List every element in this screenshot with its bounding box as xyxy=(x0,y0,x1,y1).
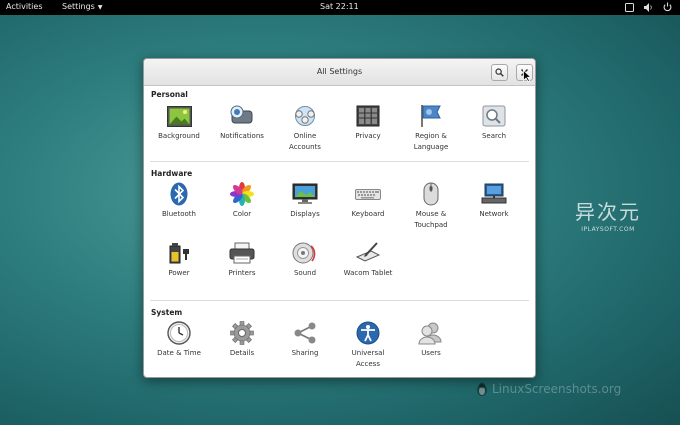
settings-item-label: Online Accounts xyxy=(289,132,321,151)
color-icon xyxy=(229,182,255,206)
sound-icon xyxy=(292,241,318,265)
bluetooth-icon xyxy=(166,182,192,206)
top-bar: Activities Settings ▼ Sat 22:11 xyxy=(0,0,680,15)
section-title-system: System xyxy=(151,308,183,317)
volume-icon[interactable] xyxy=(643,1,653,13)
settings-item-label: Universal Access xyxy=(351,349,385,368)
printer-icon xyxy=(229,241,255,265)
settings-item-label: Bluetooth xyxy=(162,210,196,218)
display-icon[interactable] xyxy=(624,1,634,13)
settings-item-label: Color xyxy=(232,210,252,218)
settings-item-wacom-tablet[interactable]: Wacom Tablet xyxy=(337,241,399,279)
users-icon xyxy=(418,321,444,345)
privacy-icon xyxy=(355,104,381,128)
section-title-hardware: Hardware xyxy=(151,169,193,178)
watermark-brand-url: IPLAYSOFT.COM xyxy=(581,226,635,233)
activities-button[interactable]: Activities xyxy=(6,2,43,11)
settings-item-region-language[interactable]: Region & Language xyxy=(400,104,462,153)
settings-item-privacy[interactable]: Privacy xyxy=(337,104,399,142)
displays-icon xyxy=(292,182,318,206)
settings-item-background[interactable]: Background xyxy=(148,104,210,142)
tux-icon xyxy=(477,382,487,396)
settings-item-label: Mouse & Touchpad xyxy=(414,210,448,229)
universal-access-icon xyxy=(355,321,381,345)
settings-item-universal-access[interactable]: Universal Access xyxy=(337,321,399,370)
search-settings-icon xyxy=(481,104,507,128)
settings-item-label: Search xyxy=(481,132,507,140)
notifications-icon xyxy=(229,104,255,128)
mouse-pointer-icon xyxy=(523,70,531,82)
settings-item-label: Displays xyxy=(290,210,320,218)
settings-item-label: Power xyxy=(168,269,190,277)
settings-item-printers[interactable]: Printers xyxy=(211,241,273,279)
settings-item-label: Printers xyxy=(228,269,256,277)
settings-item-label: Date & Time xyxy=(157,349,201,357)
keyboard-icon xyxy=(355,182,381,206)
window-title: All Settings xyxy=(316,67,363,76)
settings-item-label: Details xyxy=(229,349,255,357)
mouse-icon xyxy=(418,182,444,206)
settings-item-color[interactable]: Color xyxy=(211,182,273,220)
settings-item-label: Privacy xyxy=(355,132,381,140)
settings-item-users[interactable]: Users xyxy=(400,321,462,359)
watermark-brand-cn: 异次元 xyxy=(575,200,641,224)
settings-item-label: Users xyxy=(421,349,441,357)
settings-item-label: Background xyxy=(158,132,200,140)
chevron-down-icon: ▼ xyxy=(97,4,103,11)
app-menu-label: Settings xyxy=(62,2,95,11)
watermark-site: LinuxScreenshots.org xyxy=(476,382,621,396)
settings-item-notifications[interactable]: Notifications xyxy=(211,104,273,142)
settings-item-date-time[interactable]: Date & Time xyxy=(148,321,210,359)
online-accounts-icon xyxy=(292,104,318,128)
settings-item-displays[interactable]: Displays xyxy=(274,182,336,220)
settings-item-label: Wacom Tablet xyxy=(343,269,393,277)
watermark-site-text: LinuxScreenshots.org xyxy=(492,382,622,396)
settings-item-power[interactable]: Power xyxy=(148,241,210,279)
settings-item-sound[interactable]: Sound xyxy=(274,241,336,279)
settings-item-mouse-touchpad[interactable]: Mouse & Touchpad xyxy=(400,182,462,231)
wacom-tablet-icon xyxy=(355,241,381,265)
watermark-brand: 异次元 IPLAYSOFT.COM xyxy=(563,196,653,233)
settings-item-network[interactable]: Network xyxy=(463,182,525,220)
app-menu[interactable]: Settings ▼ xyxy=(62,2,102,11)
settings-item-label: Keyboard xyxy=(351,210,385,218)
search-button[interactable] xyxy=(491,64,508,81)
settings-item-label: Sound xyxy=(293,269,317,277)
settings-item-label: Region & Language xyxy=(413,132,449,151)
section-divider xyxy=(150,161,529,162)
settings-item-search[interactable]: Search xyxy=(463,104,525,142)
settings-item-label: Notifications xyxy=(220,132,264,140)
settings-item-label: Network xyxy=(479,210,509,218)
power-menu-icon[interactable] xyxy=(662,1,672,13)
power-icon xyxy=(166,241,192,265)
region-flag-icon xyxy=(418,104,444,128)
gear-icon xyxy=(229,321,255,345)
settings-item-label: Sharing xyxy=(291,349,319,357)
settings-item-bluetooth[interactable]: Bluetooth xyxy=(148,182,210,220)
section-divider xyxy=(150,300,529,301)
settings-window: All Settings Personal Background Notific… xyxy=(143,58,536,378)
window-titlebar[interactable]: All Settings xyxy=(144,59,535,86)
settings-item-online-accounts[interactable]: Online Accounts xyxy=(274,104,336,153)
clock[interactable]: Sat 22:11 xyxy=(320,2,359,11)
sharing-icon xyxy=(292,321,318,345)
search-icon xyxy=(495,68,504,77)
settings-item-details[interactable]: Details xyxy=(211,321,273,359)
settings-item-sharing[interactable]: Sharing xyxy=(274,321,336,359)
section-title-personal: Personal xyxy=(151,90,188,99)
system-tray[interactable] xyxy=(624,1,672,13)
clock-icon xyxy=(166,321,192,345)
settings-item-keyboard[interactable]: Keyboard xyxy=(337,182,399,220)
network-icon xyxy=(481,182,507,206)
background-icon xyxy=(166,104,192,128)
